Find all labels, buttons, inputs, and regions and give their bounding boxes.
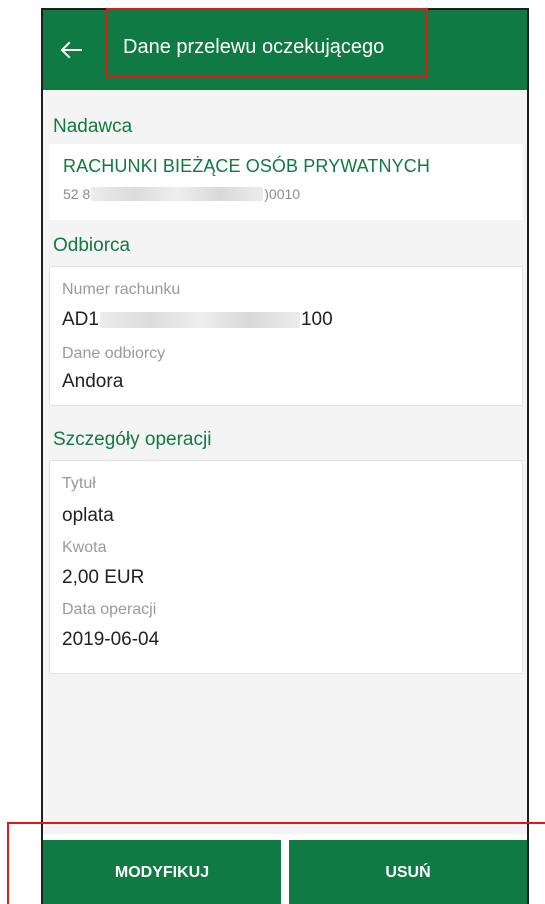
action-bar: MODYFIKUJ USUŃ — [43, 834, 527, 904]
delete-button[interactable]: USUŃ — [289, 840, 527, 904]
amount-label: Kwota — [62, 539, 107, 556]
sender-account-number: 52 8 )0010 — [63, 186, 300, 202]
details-card: Tytuł oplata Kwota 2,00 EUR Data operacj… — [49, 460, 523, 674]
page-title: Dane przelewu oczekującego — [123, 36, 385, 58]
recipient-name-value: Andora — [62, 371, 124, 392]
arrow-left-icon — [60, 41, 82, 59]
sender-card: RACHUNKI BIEŻĄCE OSÓB PRYWATNYCH 52 8 )0… — [49, 144, 523, 220]
sender-account-name: RACHUNKI BIEŻĄCE OSÓB PRYWATNYCH — [63, 156, 430, 176]
sender-section-title: Nadawca — [53, 116, 133, 137]
recipient-account-prefix: AD1 — [62, 309, 99, 330]
app-bar: Dane przelewu oczekującego — [43, 10, 527, 90]
title-label: Tytuł — [62, 475, 96, 492]
details-section-title: Szczegóły operacji — [53, 429, 212, 450]
recipient-name-label: Dane odbiorcy — [62, 345, 166, 362]
account-number-label: Numer rachunku — [62, 281, 181, 298]
recipient-section-title: Odbiorca — [53, 235, 131, 256]
phone-screen: Dane przelewu oczekującego Nadawca RACHU… — [41, 8, 529, 904]
masked-digits — [99, 312, 300, 328]
date-label: Data operacji — [62, 601, 157, 618]
modify-button[interactable]: MODYFIKUJ — [43, 840, 281, 904]
sender-account-suffix: )0010 — [264, 186, 301, 202]
date-value: 2019-06-04 — [62, 629, 160, 650]
back-button[interactable] — [53, 32, 89, 68]
recipient-account-suffix: 100 — [300, 309, 333, 330]
account-number-value: AD1 100 — [62, 309, 333, 331]
masked-digits — [91, 187, 264, 201]
recipient-card: Numer rachunku AD1 100 Dane odbiorcy And… — [49, 266, 523, 406]
sender-account-prefix: 52 8 — [63, 186, 91, 202]
title-value: oplata — [62, 505, 114, 526]
amount-value: 2,00 EUR — [62, 567, 145, 588]
